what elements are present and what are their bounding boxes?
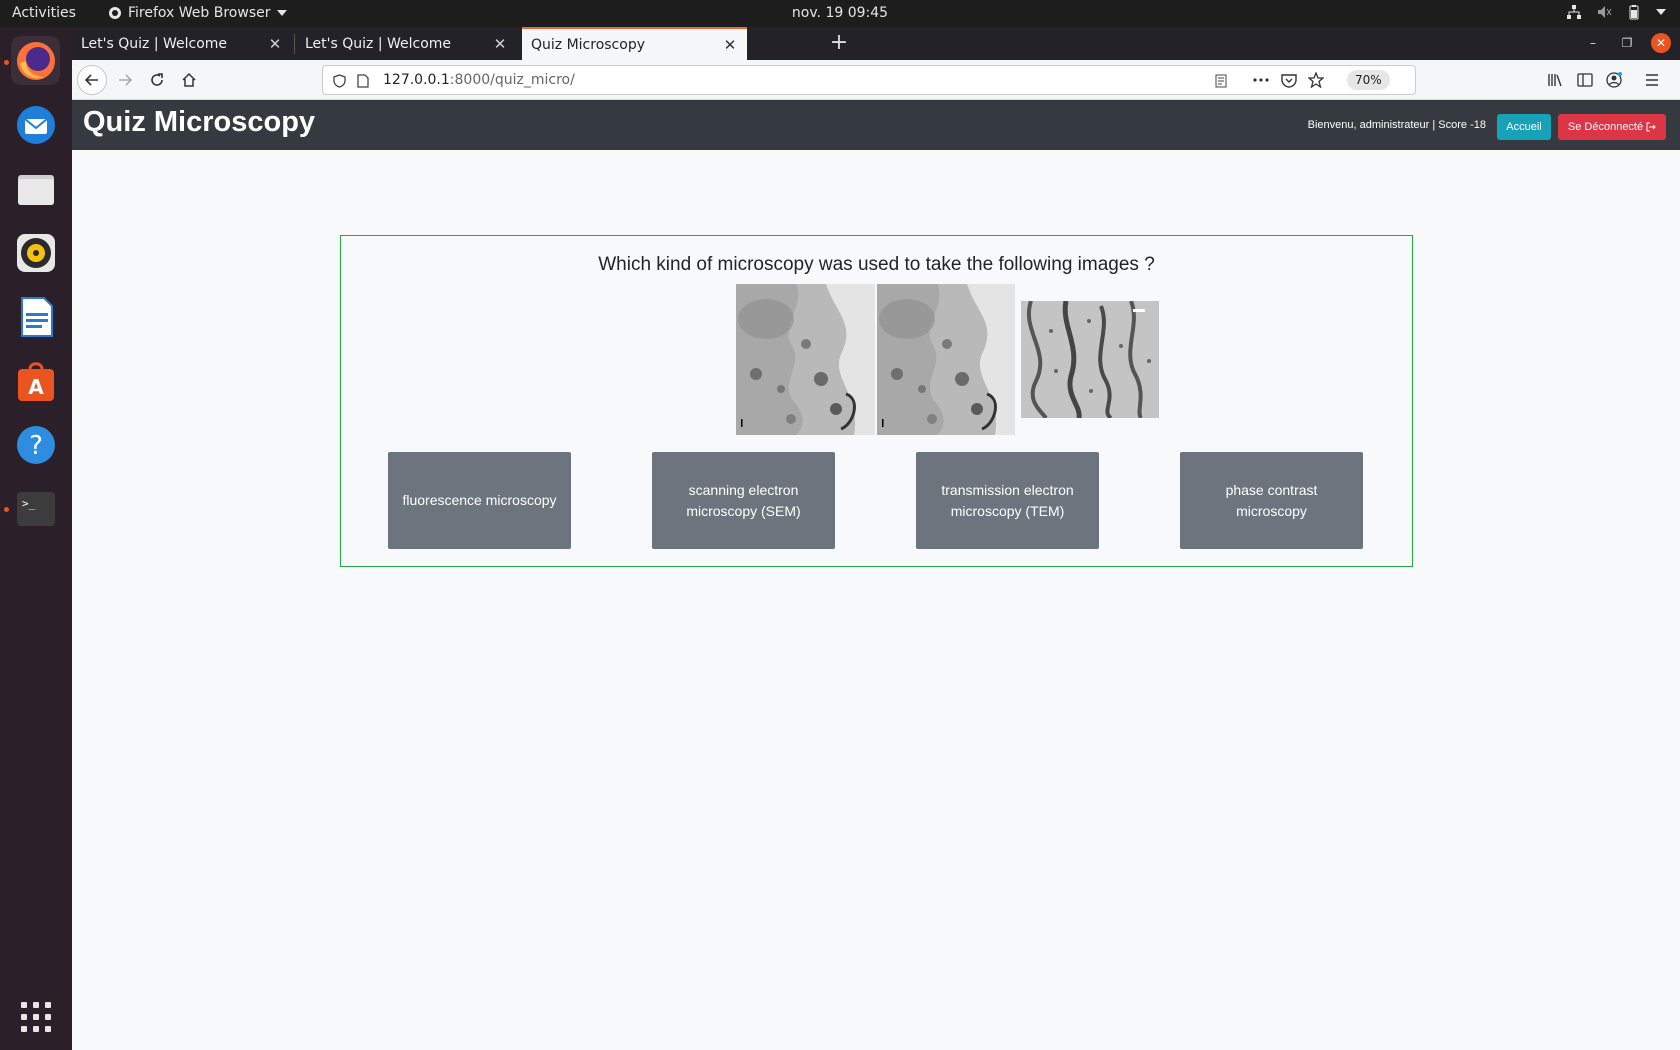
close-icon[interactable]: ✕: [491, 35, 509, 53]
nav-bar: 127.0.0.1:8000/quiz_micro/ 70%: [72, 60, 1680, 100]
new-tab-button[interactable]: +: [826, 30, 852, 56]
tab-label: Let's Quiz | Welcome: [305, 35, 452, 52]
shield-icon[interactable]: [329, 71, 349, 91]
home-button[interactable]: [174, 65, 204, 95]
question-text: Which kind of microscopy was used to tak…: [598, 254, 1155, 275]
answer-phase-contrast-button[interactable]: phase contrast microscopy: [1180, 452, 1363, 549]
app-menu-label: Firefox Web Browser: [128, 5, 271, 21]
back-button[interactable]: [77, 65, 107, 95]
window-close-icon[interactable]: ✕: [1651, 33, 1671, 53]
page-icon[interactable]: [353, 71, 373, 91]
answer-tem-button[interactable]: transmission electron microscopy (TEM): [916, 452, 1099, 549]
clock[interactable]: nov. 19 09:45: [792, 5, 888, 21]
minimize-icon[interactable]: –: [1583, 33, 1603, 53]
pocket-icon[interactable]: [1279, 70, 1299, 90]
answer-label: fluorescence microscopy: [402, 492, 557, 508]
reload-button[interactable]: [142, 65, 172, 95]
home-nav-button[interactable]: Accueil: [1497, 114, 1551, 140]
forward-button[interactable]: [110, 65, 140, 95]
site-title[interactable]: Quiz Microscopy: [83, 106, 315, 139]
system-menu[interactable]: [1566, 4, 1666, 20]
account-icon[interactable]: [1604, 70, 1624, 90]
help-icon[interactable]: ?: [11, 420, 60, 469]
site-navbar: Quiz Microscopy Bienvenu, administrateur…: [72, 100, 1680, 150]
network-icon: [1567, 5, 1581, 19]
quiz-card: Which kind of microscopy was used to tak…: [340, 235, 1413, 567]
answer-label: transmission electron microscopy (TEM): [941, 481, 1074, 519]
running-indicator: [4, 507, 9, 512]
answer-fluorescence-button[interactable]: fluorescence microscopy: [388, 452, 571, 549]
close-icon[interactable]: ✕: [721, 36, 739, 54]
tab-welcome-2[interactable]: Let's Quiz | Welcome ✕: [296, 27, 517, 60]
dock: A ? >_: [0, 27, 72, 1050]
system-top-bar: Activities Firefox Web Browser nov. 19 0…: [0, 0, 1680, 27]
battery-icon: [1629, 5, 1639, 20]
micrograph-image-1: [736, 284, 875, 435]
sidebar-icon[interactable]: [1575, 70, 1595, 90]
answer-label: phase contrast microscopy: [1225, 481, 1318, 519]
answer-label: scanning electron microscopy (SEM): [686, 481, 801, 519]
software-icon[interactable]: A: [11, 356, 60, 405]
hamburger-menu-icon[interactable]: [1642, 70, 1662, 90]
show-apps-icon[interactable]: [21, 1002, 51, 1032]
tab-quiz-microscopy[interactable]: Quiz Microscopy ✕: [522, 27, 747, 60]
logout-label: Se Déconnecté: [1567, 121, 1644, 133]
logout-button[interactable]: Se Déconnecté: [1558, 114, 1666, 140]
bookmark-star-icon[interactable]: [1306, 70, 1326, 90]
url-host: 127.0.0.1: [383, 72, 450, 88]
url-text[interactable]: 127.0.0.1:8000/quiz_micro/: [383, 72, 575, 88]
tab-label: Let's Quiz | Welcome: [81, 35, 228, 52]
more-actions-icon[interactable]: [1251, 70, 1271, 90]
micrograph-image-3: [1021, 301, 1159, 418]
micrograph-image-2: [877, 284, 1015, 435]
app-menu[interactable]: Firefox Web Browser: [108, 5, 287, 21]
welcome-score-text: Bienvenu, administrateur | Score -18: [1307, 119, 1486, 131]
home-nav-label: Accueil: [1506, 121, 1542, 133]
arrow-left-icon: [84, 74, 98, 86]
arrow-right-icon: [119, 74, 133, 86]
rhythmbox-icon[interactable]: [11, 228, 60, 277]
svg-text:A: A: [28, 375, 44, 399]
close-icon[interactable]: ✕: [266, 35, 284, 53]
home-icon: [182, 72, 196, 87]
svg-text:>_: >_: [22, 497, 36, 510]
terminal-icon[interactable]: >_: [11, 484, 60, 533]
answer-sem-button[interactable]: scanning electron microscopy (SEM): [652, 452, 835, 549]
sign-out-icon: [1646, 122, 1656, 132]
restore-icon[interactable]: ❐: [1617, 33, 1637, 53]
reload-icon: [151, 73, 163, 86]
url-path: :8000/quiz_micro/: [449, 72, 575, 88]
tab-welcome-1[interactable]: Let's Quiz | Welcome ✕: [72, 27, 292, 60]
reader-view-icon[interactable]: [1211, 71, 1231, 91]
svg-text:?: ?: [29, 431, 43, 461]
firefox-small-icon: [109, 7, 121, 19]
running-indicator: [4, 60, 9, 65]
tab-separator: [294, 34, 295, 54]
tab-bar: Let's Quiz | Welcome ✕ Let's Quiz | Welc…: [72, 27, 1680, 60]
writer-icon[interactable]: [11, 292, 60, 341]
tab-label: Quiz Microscopy: [531, 36, 645, 53]
chevron-down-icon: [276, 10, 287, 16]
system-chevron-icon: [1656, 9, 1666, 15]
firefox-icon[interactable]: [11, 36, 60, 85]
library-icon[interactable]: [1545, 70, 1565, 90]
activities-button[interactable]: Activities: [12, 5, 76, 21]
zoom-indicator[interactable]: 70%: [1347, 70, 1390, 90]
page-content: Quiz Microscopy Bienvenu, administrateur…: [72, 100, 1680, 1050]
volume-icon: [1598, 6, 1612, 18]
files-icon[interactable]: [11, 164, 60, 213]
thunderbird-icon[interactable]: [11, 100, 60, 149]
